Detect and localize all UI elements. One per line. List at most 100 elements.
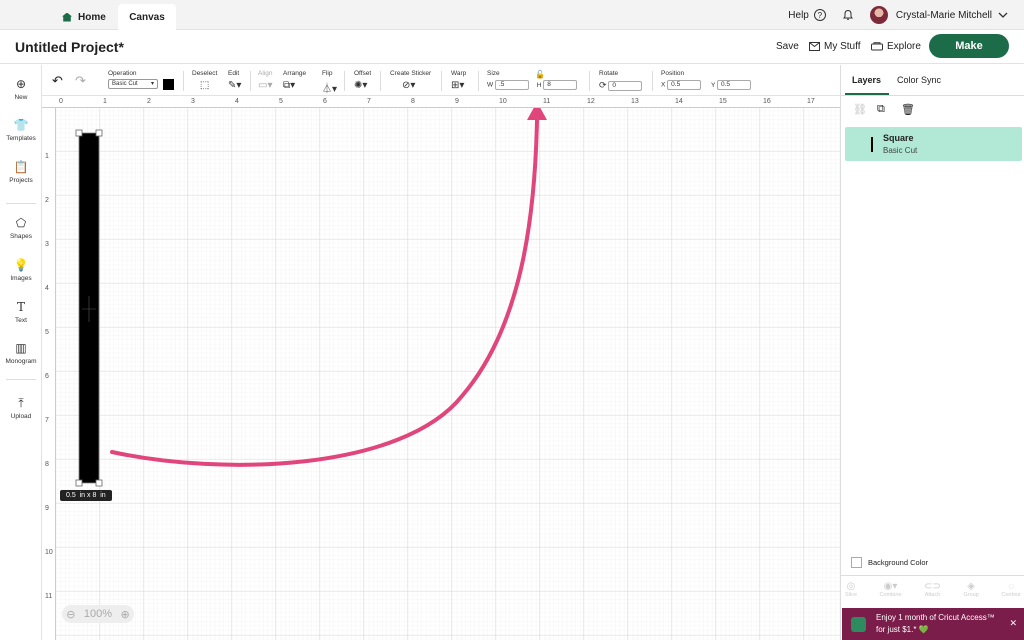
avatar[interactable] [869, 6, 888, 24]
sidebar-item-images[interactable]: 💡 Images [0, 258, 42, 282]
make-button[interactable]: Make [929, 34, 1009, 58]
layer-item-square[interactable]: Square Basic Cut [845, 127, 1022, 161]
group-label: Group [963, 592, 979, 598]
sidebar-item-label: Text [15, 317, 27, 324]
tab-canvas[interactable]: Canvas [118, 4, 176, 30]
unlink-icon[interactable]: ⛓ [853, 103, 867, 116]
ruler-left-number: 4 [45, 285, 49, 292]
sticker-group[interactable]: Create Sticker ⊘▾ [390, 70, 431, 91]
contour-tool[interactable]: ◌ Contour [1001, 581, 1021, 598]
ruler-top-number: 8 [411, 98, 415, 105]
sidebar-item-projects[interactable]: 📋 Projects [0, 160, 42, 184]
zoom-level: 100% [83, 608, 113, 620]
group-tool[interactable]: ◈ Group [963, 581, 978, 598]
arrange-icon: ⧉▾ [283, 80, 296, 91]
gift-icon [851, 617, 866, 632]
edit-group[interactable]: Edit ✎▾ [228, 70, 241, 91]
duplicate-icon[interactable]: ⧉ [877, 103, 885, 116]
ruler-left-number: 6 [45, 373, 49, 380]
arrange-group[interactable]: Arrange ⧉▾ [283, 70, 306, 91]
edit-label: Edit [228, 70, 240, 77]
height-label: H [536, 81, 542, 89]
shapes-icon: ⬠ [15, 216, 27, 230]
clipboard-icon: 📋 [13, 160, 29, 174]
zoom-in-icon[interactable]: ⊕ [121, 608, 130, 621]
sidebar-item-label: Projects [9, 177, 33, 184]
flip-icon: ⏃▾ [322, 84, 338, 95]
contour-label: Contour [1001, 592, 1021, 598]
align-icon: ▭▾ [258, 80, 273, 91]
design-canvas[interactable]: 0.5 in x 8 in [42, 96, 840, 640]
my-stuff-button[interactable]: My Stuff [809, 41, 861, 52]
rotate-group: Rotate ⟳ 0 [599, 70, 643, 92]
attach-label: Attach [924, 592, 941, 598]
height-input[interactable]: 8 [543, 80, 578, 90]
rotate-icon: ⟳ [599, 80, 607, 90]
zoom-control: ⊖ 100% ⊕ [62, 605, 134, 623]
lock-icon[interactable]: 🔓 [535, 70, 545, 79]
trash-icon[interactable]: 🗑 [901, 103, 915, 116]
bell-icon[interactable] [842, 9, 854, 21]
width-input[interactable]: .5 [494, 80, 529, 90]
background-color-row[interactable]: Background Color [851, 557, 928, 568]
pen-icon: ✎▾ [228, 80, 242, 91]
save-button[interactable]: Save [776, 41, 799, 52]
home-icon [62, 12, 72, 22]
plus-circle-icon: ⊕ [15, 77, 27, 91]
close-icon[interactable]: ✕ [1009, 618, 1017, 629]
sidebar-item-text[interactable]: T Text [0, 300, 42, 324]
x-input[interactable]: 0.5 [667, 80, 702, 90]
promo-banner[interactable]: Enjoy 1 month of Cricut Access™ for just… [842, 608, 1024, 640]
sidebar-item-label: Shapes [9, 233, 33, 240]
size-label: Size [487, 70, 500, 77]
tab-color-sync[interactable]: Color Sync [897, 75, 941, 85]
slice-tool[interactable]: ◎ Slice [845, 581, 857, 598]
tab-home[interactable]: Home [62, 4, 106, 30]
undo-icon[interactable]: ↶ [52, 73, 63, 89]
panel-tabs-divider [841, 95, 1024, 96]
contour-icon: ◌ [1008, 581, 1015, 592]
ruler-top-number: 5 [279, 98, 283, 105]
slice-icon: ◎ [846, 581, 856, 592]
tab-color-sync-label: Color Sync [897, 75, 942, 85]
app-window: Home Canvas Help ? Crystal-Marie Mitchel… [0, 0, 1024, 640]
sidebar-item-upload[interactable]: ⤒ Upload [0, 396, 42, 420]
zoom-out-icon[interactable]: ⊖ [66, 608, 75, 621]
flip-group[interactable]: Flip ⏃▾ [322, 70, 337, 95]
sidebar-item-label: Images [10, 275, 32, 282]
help-link[interactable]: Help [788, 10, 809, 21]
ruler-top-number: 17 [807, 98, 815, 105]
page-title[interactable]: Untitled Project* [15, 39, 124, 55]
operation-select[interactable]: Basic Cut ▾ [108, 79, 158, 89]
left-sidebar: ⊕ New 👕 Templates 📋 Projects ⬠ Shapes 💡 Image… [0, 65, 42, 640]
help-icon[interactable]: ? [813, 9, 826, 21]
sidebar-item-monogram[interactable]: ▥ Monogram [0, 341, 42, 365]
ruler-top-number: 13 [631, 98, 639, 105]
rotate-input[interactable]: 0 [608, 81, 643, 92]
warp-group[interactable]: Warp ⊞▾ [451, 70, 466, 91]
sidebar-item-templates[interactable]: 👕 Templates [0, 118, 42, 142]
sidebar-item-shapes[interactable]: ⬠ Shapes [0, 216, 42, 240]
user-name[interactable]: Crystal-Marie Mitchell [896, 10, 992, 21]
color-swatch[interactable] [162, 79, 174, 90]
redo-icon[interactable]: ↷ [75, 73, 86, 89]
operation-value: Basic Cut [112, 81, 138, 87]
ruler-top-number: 10 [499, 98, 507, 105]
combine-tool[interactable]: ◉▾ Combine [880, 581, 902, 598]
lightbulb-icon: 💡 [13, 258, 29, 272]
bottom-tools: ◎ Slice ◉▾ Combine ⊂⊃ Attach ◈ Group ◌ Contou… [845, 581, 1021, 598]
deselect-group[interactable]: Deselect ⬚ [192, 70, 217, 91]
background-checkbox[interactable] [851, 557, 862, 568]
explore-button[interactable]: Explore [871, 41, 921, 52]
tab-layers[interactable]: Layers [852, 75, 881, 85]
y-input[interactable]: 0.5 [717, 80, 751, 90]
sidebar-item-new[interactable]: ⊕ New [0, 77, 42, 101]
offset-group[interactable]: Offset ✺▾ [354, 70, 371, 91]
sidebar-item-label: New [14, 94, 28, 101]
layers-panel: Layers Color Sync ⛓ ⧉ 🗑 Square Basic Cut… [840, 65, 1024, 640]
align-group[interactable]: Align ▭▾ [258, 70, 272, 91]
offset-label: Offset [354, 70, 372, 77]
toolbar-divider [441, 71, 442, 91]
attach-tool[interactable]: ⊂⊃ Attach [924, 581, 941, 598]
chevron-down-icon[interactable] [998, 11, 1008, 19]
